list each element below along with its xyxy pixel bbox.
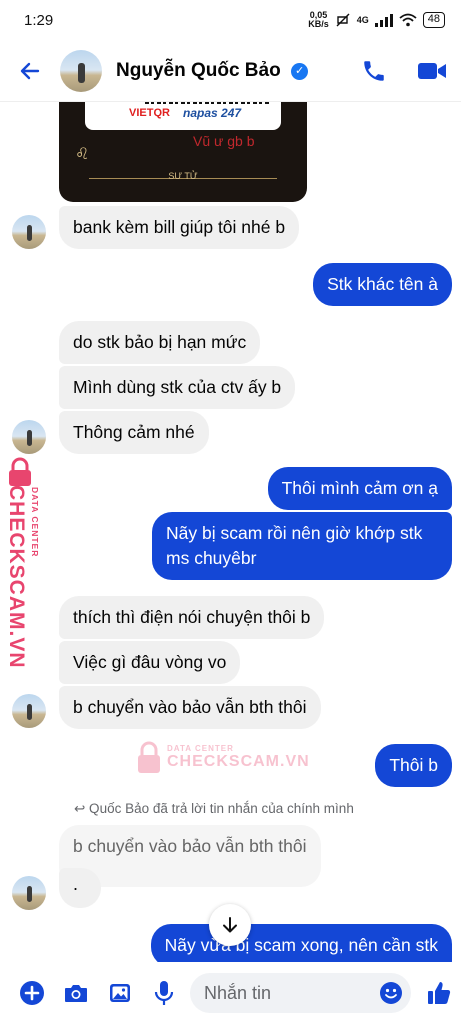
napas-logo: napas 247 bbox=[183, 106, 242, 120]
back-button[interactable] bbox=[0, 59, 60, 83]
message-bubble-incoming[interactable]: Mình dùng stk của ctv ấy b bbox=[59, 366, 296, 409]
status-icons: 0,05 KB/s 4G 48 bbox=[308, 11, 445, 29]
message-composer bbox=[0, 962, 461, 1024]
thumbs-up-icon bbox=[427, 982, 451, 1004]
message-bubble-incoming[interactable]: do stk bảo bị hạn mức bbox=[59, 321, 261, 364]
wifi-icon bbox=[399, 13, 417, 27]
more-actions-button[interactable] bbox=[10, 970, 54, 1016]
message-bubble-outgoing[interactable]: Thôi b bbox=[375, 744, 452, 787]
battery-indicator: 48 bbox=[422, 12, 445, 28]
lock-icon bbox=[9, 457, 31, 486]
mute-icon bbox=[336, 13, 350, 27]
message-line: ms chuyêbr bbox=[166, 548, 257, 568]
phone-icon[interactable] bbox=[361, 58, 387, 84]
watermark-subtitle: DATA CENTER bbox=[30, 487, 40, 558]
qr-code-panel: VIETQR napas 247 bbox=[85, 102, 281, 130]
qr-caption: Vũ ư gb b bbox=[193, 133, 255, 149]
message-bubble-incoming[interactable]: . bbox=[59, 868, 101, 908]
message-input[interactable] bbox=[204, 982, 364, 1004]
gallery-button[interactable] bbox=[98, 970, 142, 1016]
message-bubble-outgoing[interactable]: Nãy bị scam rồi nên giờ khớp stk ms chuy… bbox=[152, 512, 452, 580]
net-speed-unit: KB/s bbox=[308, 19, 329, 29]
message-bubble-incoming[interactable]: Việc gì đâu vòng vo bbox=[59, 641, 241, 684]
message-list[interactable]: VIETQR napas 247 Vũ ư gb b ♌ SƯ TỬ bank … bbox=[0, 102, 461, 962]
verified-badge-icon: ✓ bbox=[291, 62, 309, 80]
gallery-icon bbox=[110, 984, 130, 1002]
camera-button[interactable] bbox=[54, 970, 98, 1016]
message-line: Nãy bị scam rồi nên giờ khớp stk bbox=[166, 523, 423, 543]
chat-header: Nguyễn Quốc Bảo ✓ bbox=[0, 40, 461, 102]
message-bubble-incoming[interactable]: b chuyển vào bảo vẫn bth thôi bbox=[59, 686, 321, 729]
watermark-brand: CHECKSCAM.VN bbox=[5, 485, 28, 669]
shared-qr-image[interactable]: VIETQR napas 247 Vũ ư gb b ♌ SƯ TỬ bbox=[59, 102, 307, 202]
voice-message-button[interactable] bbox=[142, 970, 186, 1016]
contact-avatar[interactable] bbox=[60, 49, 102, 92]
message-bubble-incoming[interactable]: thích thì điện nói chuyện thôi b bbox=[59, 596, 325, 639]
signal-icon bbox=[374, 13, 393, 27]
leo-symbol-icon: ♌ bbox=[75, 146, 90, 163]
contact-avatar-small[interactable] bbox=[12, 420, 46, 454]
qr-code-pattern bbox=[145, 102, 271, 104]
status-bar: 1:29 0,05 KB/s 4G 48 bbox=[0, 0, 461, 40]
zodiac-label: SƯ TỬ bbox=[168, 171, 198, 181]
message-bubble-outgoing[interactable]: Nãy vừa bị scam xong, nên cần stk bbox=[150, 924, 452, 962]
watermark-side: CHECKSCAM.VN DATA CENTER bbox=[4, 457, 50, 669]
watermark-brand: CHECKSCAM.VN bbox=[167, 752, 310, 770]
message-bubble-incoming[interactable]: Thông cảm nhé bbox=[59, 411, 209, 454]
camera-icon bbox=[65, 985, 87, 1002]
contact-avatar-small[interactable] bbox=[12, 215, 46, 249]
plus-circle-icon bbox=[20, 981, 44, 1005]
arrow-down-icon bbox=[223, 917, 237, 933]
watermark-subtitle: DATA CENTER bbox=[167, 743, 234, 753]
status-time: 1:29 bbox=[24, 11, 54, 29]
contact-avatar-small[interactable] bbox=[12, 694, 46, 728]
emoji-icon[interactable] bbox=[379, 981, 403, 1005]
message-bubble-outgoing[interactable]: Stk khác tên à bbox=[313, 263, 452, 306]
lock-icon bbox=[138, 741, 160, 773]
back-arrow-icon bbox=[20, 62, 40, 79]
message-input-wrapper[interactable] bbox=[190, 973, 411, 1013]
message-bubble-outgoing[interactable]: Thôi mình cảm ơn ạ bbox=[267, 467, 452, 510]
network-type: 4G bbox=[356, 15, 369, 25]
header-actions bbox=[361, 40, 447, 102]
message-bubble-incoming[interactable]: bank kèm bill giúp tôi nhé b bbox=[59, 206, 300, 249]
contact-name-group[interactable]: Nguyễn Quốc Bảo ✓ bbox=[102, 60, 309, 82]
reply-context-label: ↩ Quốc Bảo đã trả lời tin nhắn của chính… bbox=[74, 801, 354, 816]
vietqr-logo: VIETQR bbox=[129, 107, 170, 119]
watermark-center: DATA CENTER CHECKSCAM.VN bbox=[135, 740, 310, 774]
scroll-to-bottom-button[interactable] bbox=[209, 904, 251, 946]
contact-avatar-small[interactable] bbox=[12, 876, 46, 910]
video-camera-icon[interactable] bbox=[417, 60, 447, 82]
like-button[interactable] bbox=[417, 970, 461, 1016]
net-speed: 0,05 KB/s bbox=[308, 11, 329, 29]
microphone-icon bbox=[154, 981, 174, 1005]
contact-name[interactable]: Nguyễn Quốc Bảo bbox=[116, 60, 281, 81]
